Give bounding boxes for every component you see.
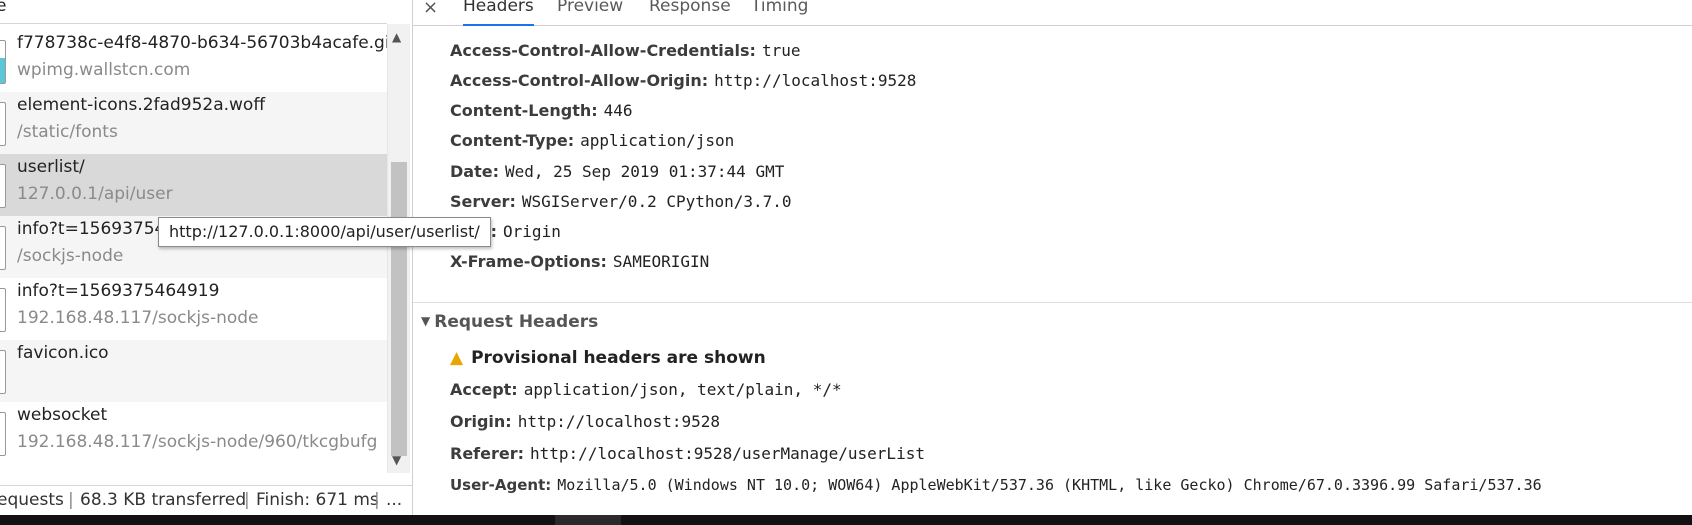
close-icon[interactable]: ×	[423, 0, 438, 18]
file-icon	[0, 164, 6, 208]
header-key: Content-Type:	[450, 131, 575, 150]
finish-time: Finish: 671 ms	[256, 490, 379, 510]
request-path: 192.168.48.117/sockjs-node	[17, 308, 259, 328]
tab-response[interactable]: Response	[649, 0, 731, 26]
scroll-up-arrow-icon[interactable]: ▲	[392, 30, 401, 44]
file-icon	[0, 102, 6, 146]
summary-more[interactable]: ...	[386, 490, 402, 510]
request-name: userlist/	[17, 157, 85, 177]
request-list: f778738c-e4f8-4870-b634-56703b4acafe.gif…	[0, 24, 387, 473]
summary-separator: |	[68, 490, 74, 510]
requests-count: equests	[0, 490, 64, 510]
section-title: Request Headers	[434, 312, 599, 332]
file-icon	[0, 412, 6, 456]
request-path: /static/fonts	[17, 122, 118, 142]
section-divider	[413, 302, 1692, 303]
header-value: 446	[603, 101, 633, 120]
request-list-scrollbar[interactable]: ▲ ▼	[387, 24, 410, 473]
header-value: application/json, text/plain, */*	[523, 380, 842, 399]
header-value: http://localhost:9528	[517, 412, 720, 431]
header-value: http://localhost:9528/userManage/userLis…	[530, 444, 925, 463]
response-header-row: Content-Type: application/json	[450, 131, 734, 150]
header-value: Origin	[503, 222, 561, 241]
header-key: Date:	[450, 162, 499, 181]
header-value: application/json	[580, 131, 735, 150]
tab-timing[interactable]: Timing	[751, 0, 808, 26]
request-path: wpimg.wallstcn.com	[17, 60, 191, 80]
header-value: true	[761, 41, 801, 60]
request-header-row: Origin: http://localhost:9528	[450, 412, 720, 431]
request-name: info?t=1569375464919	[17, 281, 220, 301]
header-key: Referer:	[450, 444, 525, 463]
request-headers-section-toggle[interactable]: ▼ Request Headers	[421, 312, 598, 332]
taskbar-strip	[0, 515, 1692, 525]
network-summary-bar: equests | 68.3 KB transferred | Finish: …	[0, 485, 412, 515]
request-list-pane: e f778738c-e4f8-4870-b634-56703b4acafe.g…	[0, 0, 412, 515]
provisional-headers-notice: ▲ Provisional headers are shown	[450, 348, 766, 368]
header-value: Mozilla/5.0 (Windows NT 10.0; WOW64) App…	[557, 476, 1542, 494]
response-header-row: Date: Wed, 25 Sep 2019 01:37:44 GMT	[450, 162, 784, 181]
request-row[interactable]: websocket 192.168.48.117/sockjs-node/960…	[0, 402, 387, 464]
request-name: favicon.ico	[17, 343, 109, 363]
request-name: f778738c-e4f8-4870-b634-56703b4acafe.gif	[17, 33, 387, 53]
header-key: Server:	[450, 192, 516, 211]
header-key: User-Agent:	[450, 476, 552, 494]
scrollbar-thumb[interactable]	[391, 162, 407, 456]
triangle-down-icon: ▼	[421, 314, 431, 328]
header-value: Wed, 25 Sep 2019 01:37:44 GMT	[504, 162, 785, 181]
file-icon	[0, 350, 6, 394]
response-header-row: X-Frame-Options: SAMEORIGIN	[450, 252, 709, 271]
file-icon	[0, 288, 6, 332]
url-tooltip: http://127.0.0.1:8000/api/user/userlist/	[158, 217, 491, 247]
request-row[interactable]: favicon.ico	[0, 340, 387, 402]
request-path: /sockjs-node	[17, 246, 124, 266]
request-row[interactable]: f778738c-e4f8-4870-b634-56703b4acafe.gif…	[0, 30, 387, 92]
detail-tabbar: × Headers Preview Response Timing	[413, 0, 1692, 26]
summary-separator: |	[374, 490, 380, 510]
request-name: websocket	[17, 405, 108, 425]
response-header-row: Access-Control-Allow-Origin: http://local…	[450, 71, 916, 90]
provisional-text: Provisional headers are shown	[471, 348, 766, 368]
header-key: X-Frame-Options:	[450, 252, 607, 271]
header-value: WSGIServer/0.2 CPython/3.7.0	[521, 192, 792, 211]
request-row[interactable]: element-icons.2fad952a.woff /static/font…	[0, 92, 387, 154]
warning-icon: ▲	[450, 348, 464, 368]
transferred-size: 68.3 KB transferred	[80, 490, 247, 510]
header-key: Accept:	[450, 380, 518, 399]
header-key: Origin:	[450, 412, 512, 431]
tab-preview[interactable]: Preview	[557, 0, 623, 26]
header-key: Content-Length:	[450, 101, 598, 120]
response-header-row: Server: WSGIServer/0.2 CPython/3.7.0	[450, 192, 792, 211]
summary-separator: |	[244, 490, 250, 510]
request-header-row: User-Agent: Mozilla/5.0 (Windows NT 10.0;…	[450, 476, 1542, 494]
request-row-selected[interactable]: userlist/ 127.0.0.1/api/user	[0, 154, 387, 216]
scroll-down-arrow-icon[interactable]: ▼	[392, 453, 401, 467]
request-name: element-icons.2fad952a.woff	[17, 95, 266, 115]
response-header-row: Access-Control-Allow-Credentials: true	[450, 41, 800, 60]
file-icon	[0, 226, 6, 270]
header-value: http://localhost:9528	[714, 71, 917, 90]
response-header-row: Content-Length: 446	[450, 101, 633, 120]
request-header-row: Accept: application/json, text/plain, */*	[450, 380, 842, 399]
request-detail-pane: × Headers Preview Response Timing Access…	[413, 0, 1692, 515]
request-list-header[interactable]: e	[0, 0, 387, 24]
name-column-header[interactable]: e	[0, 0, 6, 16]
request-path: 127.0.0.1/api/user	[17, 184, 173, 204]
header-key: Access-Control-Allow-Origin:	[450, 71, 709, 90]
request-path: 192.168.48.117/sockjs-node/960/tkcgbufg	[17, 432, 378, 452]
request-header-row: Referer: http://localhost:9528/userManage…	[450, 444, 925, 463]
taskbar-item[interactable]	[555, 515, 621, 525]
header-value: SAMEORIGIN	[612, 252, 710, 271]
header-key: Access-Control-Allow-Credentials:	[450, 41, 756, 60]
request-row[interactable]: info?t=1569375464919 192.168.48.117/sock…	[0, 278, 387, 340]
tab-headers[interactable]: Headers	[463, 0, 534, 26]
image-file-icon	[0, 40, 6, 84]
